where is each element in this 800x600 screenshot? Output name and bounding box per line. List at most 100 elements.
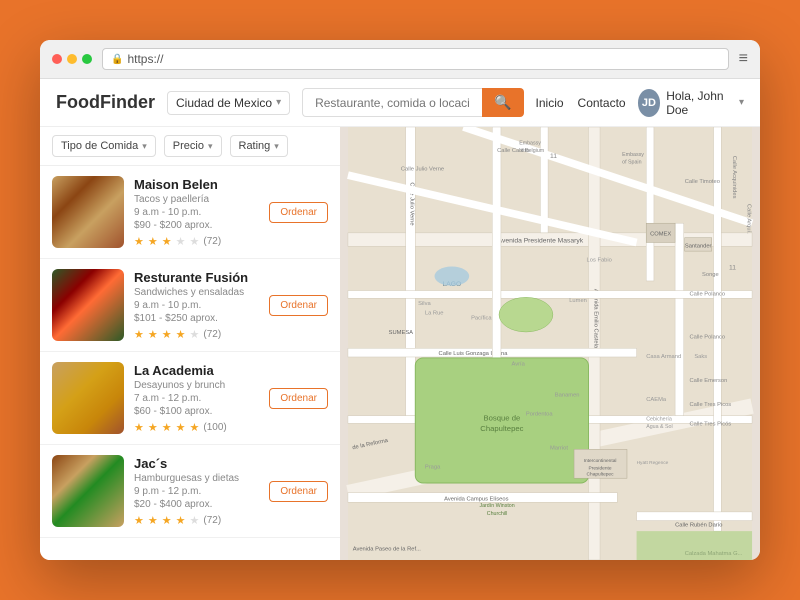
star-empty: ★ (176, 235, 186, 248)
restaurant-name: Maison Belen (134, 177, 259, 192)
star-filled: ★ (134, 514, 144, 527)
star-filled: ★ (148, 421, 158, 434)
star-filled: ★ (176, 514, 186, 527)
search-container: 🔍 (302, 88, 523, 117)
svg-text:Calle Julio Verne: Calle Julio Verne (401, 166, 444, 172)
filter-precio-label: Precio (173, 140, 204, 152)
app-logo[interactable]: FoodFinder (56, 92, 155, 113)
order-button[interactable]: Ordenar (269, 295, 328, 316)
restaurant-price: $60 - $100 aprox. (134, 406, 259, 417)
restaurant-hours: 7 a.m - 12 p.m. (134, 393, 259, 404)
main-content: Tipo de Comida ▾ Precio ▾ Rating ▾ Maiso… (40, 127, 760, 560)
svg-text:Santander: Santander (685, 243, 712, 249)
order-button[interactable]: Ordenar (269, 388, 328, 409)
star-empty: ★ (190, 328, 200, 341)
browser-chrome: 🔒 https:// ≡ (40, 40, 760, 79)
restaurant-card[interactable]: Maison Belen Tacos y paellería 9 a.m - 1… (40, 166, 340, 259)
svg-text:Banamen: Banamen (555, 392, 580, 398)
restaurant-price: $90 - $200 aprox. (134, 220, 259, 231)
svg-text:Marriot: Marriot (550, 445, 568, 451)
svg-text:Embassy: Embassy (622, 152, 644, 158)
restaurant-card[interactable]: Jac´s Hamburguesas y dietas 9 p.m - 12 p… (40, 445, 340, 538)
star-filled: ★ (148, 514, 158, 527)
filter-precio[interactable]: Precio ▾ (164, 135, 222, 157)
star-filled: ★ (134, 421, 144, 434)
rating-count: (72) (203, 515, 221, 526)
left-panel: Tipo de Comida ▾ Precio ▾ Rating ▾ Maiso… (40, 127, 340, 560)
filter-precio-chevron: ▾ (208, 141, 213, 152)
star-filled: ★ (176, 328, 186, 341)
star-filled: ★ (134, 235, 144, 248)
svg-text:Jardín Winston: Jardín Winston (479, 503, 514, 509)
rating-count: (100) (203, 422, 226, 433)
restaurant-type: Sandwiches y ensaladas (134, 287, 259, 298)
user-area[interactable]: JD Hola, John Doe ▾ (638, 89, 744, 117)
browser-dots (52, 54, 92, 64)
logo-food: Food (56, 92, 100, 112)
svg-text:of Belgium: of Belgium (519, 148, 545, 154)
chevron-down-icon: ▾ (276, 97, 281, 108)
nav-inicio[interactable]: Inicio (536, 96, 564, 110)
filter-tipo-chevron: ▾ (142, 141, 147, 152)
location-select[interactable]: Ciudad de Mexico ▾ (167, 91, 290, 115)
svg-text:Intercontinental: Intercontinental (584, 458, 617, 464)
restaurant-name: La Academia (134, 363, 259, 378)
url-text: https:// (127, 52, 163, 66)
svg-text:Calle Rubén Darío: Calle Rubén Darío (675, 522, 722, 528)
restaurant-card[interactable]: La Academia Desayunos y brunch 7 a.m - 1… (40, 352, 340, 445)
star-filled: ★ (148, 328, 158, 341)
restaurant-image (52, 176, 124, 248)
filter-tipo-comida[interactable]: Tipo de Comida ▾ (52, 135, 156, 157)
order-button[interactable]: Ordenar (269, 202, 328, 223)
restaurant-list: Maison Belen Tacos y paellería 9 a.m - 1… (40, 166, 340, 560)
svg-text:SUMESA: SUMESA (389, 330, 414, 336)
user-chevron-icon: ▾ (739, 97, 744, 108)
restaurant-hours: 9 p.m - 12 p.m. (134, 486, 259, 497)
restaurant-name: Resturante Fusión (134, 270, 259, 285)
dot-maximize[interactable] (82, 54, 92, 64)
svg-text:Songe: Songe (702, 272, 719, 278)
restaurant-hours: 9 a.m - 10 p.m. (134, 207, 259, 218)
star-filled: ★ (162, 514, 172, 527)
svg-text:Calle Emerson: Calle Emerson (690, 378, 728, 384)
nav-contacto[interactable]: Contacto (578, 96, 626, 110)
svg-text:Bosque de: Bosque de (484, 413, 521, 422)
filter-tipo-label: Tipo de Comida (61, 140, 138, 152)
dot-minimize[interactable] (67, 54, 77, 64)
rating-count: (72) (203, 329, 221, 340)
map-area[interactable]: Avenida Presidente Masaryk Avenida Paseo… (340, 127, 760, 560)
svg-text:Calle Acquinides: Calle Acquinides (731, 156, 737, 199)
filter-rating-chevron: ▾ (274, 141, 279, 152)
browser-menu-icon[interactable]: ≡ (739, 50, 748, 68)
search-button[interactable]: 🔍 (482, 88, 523, 117)
svg-text:Avenida Presidente Masaryk: Avenida Presidente Masaryk (498, 237, 584, 244)
restaurant-type: Desayunos y brunch (134, 380, 259, 391)
search-input[interactable] (302, 88, 482, 117)
svg-text:Calle Arquí.: Calle Arquí. (745, 204, 751, 234)
restaurant-price: $20 - $400 aprox. (134, 499, 259, 510)
svg-text:La Rue: La Rue (425, 311, 444, 317)
svg-text:Avría: Avría (512, 362, 526, 368)
filter-rating-label: Rating (239, 140, 271, 152)
restaurant-info: La Academia Desayunos y brunch 7 a.m - 1… (134, 363, 259, 434)
restaurant-type: Hamburguesas y dietas (134, 473, 259, 484)
rating-row: ★★★★★ (72) (134, 514, 259, 527)
user-initials: JD (642, 97, 656, 109)
restaurant-info: Jac´s Hamburguesas y dietas 9 p.m - 12 p… (134, 456, 259, 527)
address-bar[interactable]: 🔒 https:// (102, 48, 729, 70)
filter-rating[interactable]: Rating ▾ (230, 135, 288, 157)
svg-text:11: 11 (550, 153, 557, 160)
svg-text:Churchill: Churchill (487, 511, 508, 517)
restaurant-card[interactable]: Resturante Fusión Sandwiches y ensaladas… (40, 259, 340, 352)
filters-bar: Tipo de Comida ▾ Precio ▾ Rating ▾ (40, 127, 340, 166)
svg-text:of Spain: of Spain (622, 160, 641, 166)
star-empty: ★ (190, 235, 200, 248)
svg-text:Pacífica: Pacífica (471, 315, 492, 321)
order-button[interactable]: Ordenar (269, 481, 328, 502)
svg-text:Avenida Paseo de la Ref...: Avenida Paseo de la Ref... (353, 546, 422, 552)
restaurant-info: Resturante Fusión Sandwiches y ensaladas… (134, 270, 259, 341)
nav-links: Inicio Contacto (536, 96, 626, 110)
svg-text:Agua & Sol: Agua & Sol (646, 424, 672, 430)
app-header: FoodFinder Ciudad de Mexico ▾ 🔍 Inicio C… (40, 79, 760, 127)
dot-close[interactable] (52, 54, 62, 64)
